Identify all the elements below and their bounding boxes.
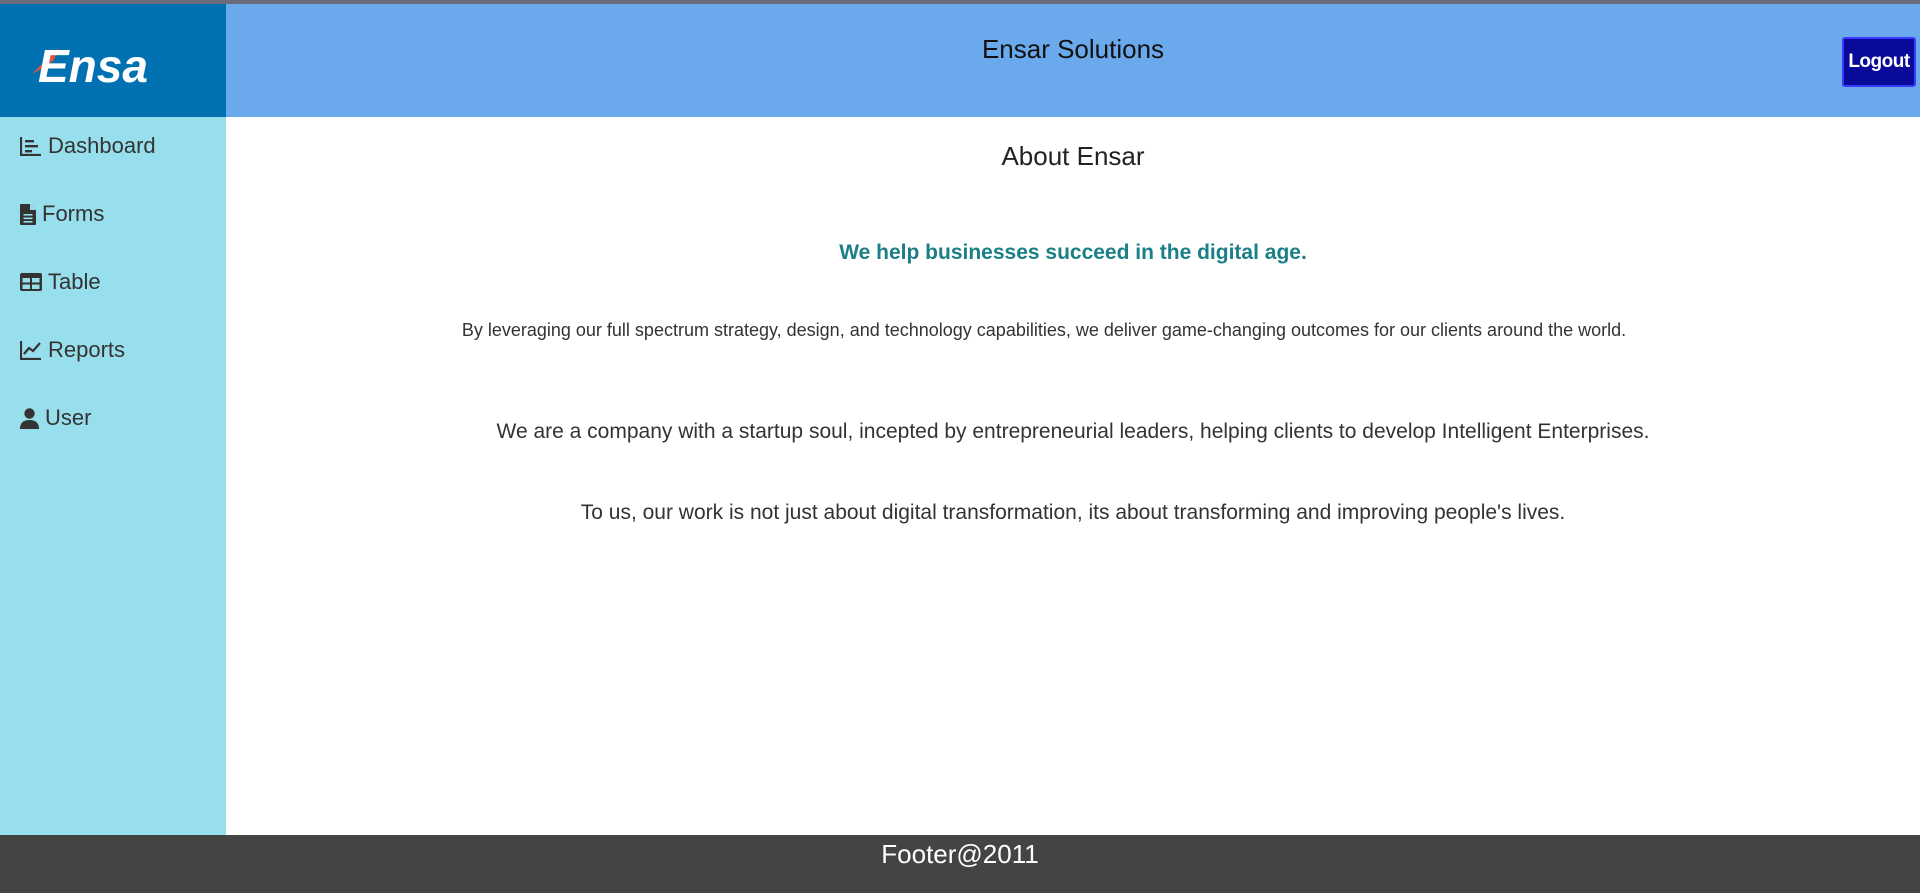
user-icon <box>20 407 39 429</box>
top-header: Ensar Solutions Logout <box>226 4 1920 117</box>
footer: Footer@2011 <box>0 835 1920 893</box>
logout-button[interactable]: Logout <box>1842 37 1916 87</box>
main-content: About Ensar We help businesses succeed i… <box>226 117 1920 835</box>
about-paragraph-1: By leveraging our full spectrum strategy… <box>461 320 1627 340</box>
sidebar-item-user[interactable]: User <box>20 403 91 433</box>
sidebar-item-label: Table <box>48 269 101 294</box>
svg-text:Ensar: Ensar <box>38 40 148 92</box>
logo-area[interactable]: Ensar <box>0 4 226 117</box>
page-title: About Ensar <box>1001 141 1145 171</box>
bar-chart-icon <box>20 137 41 156</box>
footer-text: Footer@2011 <box>881 839 1039 869</box>
document-icon <box>20 203 36 225</box>
sidebar-item-label: Forms <box>42 201 105 226</box>
sidebar-item-table[interactable]: Table <box>20 267 101 297</box>
sidebar-item-dashboard[interactable]: Dashboard <box>20 131 156 161</box>
sidebar-item-label: Dashboard <box>48 133 156 158</box>
about-paragraph-3: To us, our work is not just about digita… <box>580 501 1566 524</box>
about-paragraph-2: We are a company with a startup soul, in… <box>496 420 1650 443</box>
header-title: Ensar Solutions <box>981 34 1165 64</box>
sidebar-item-label: Reports <box>48 337 126 362</box>
line-chart-icon <box>20 341 41 360</box>
sidebar-item-reports[interactable]: Reports <box>20 335 125 365</box>
tagline: We help businesses succeed in the digita… <box>839 241 1307 264</box>
sidebar-item-label: User <box>45 405 92 430</box>
table-icon <box>20 273 42 291</box>
sidebar: Dashboard Forms Table Reports User <box>0 117 226 835</box>
sidebar-item-forms[interactable]: Forms <box>20 199 104 229</box>
ensar-logo: Ensar <box>32 40 148 92</box>
